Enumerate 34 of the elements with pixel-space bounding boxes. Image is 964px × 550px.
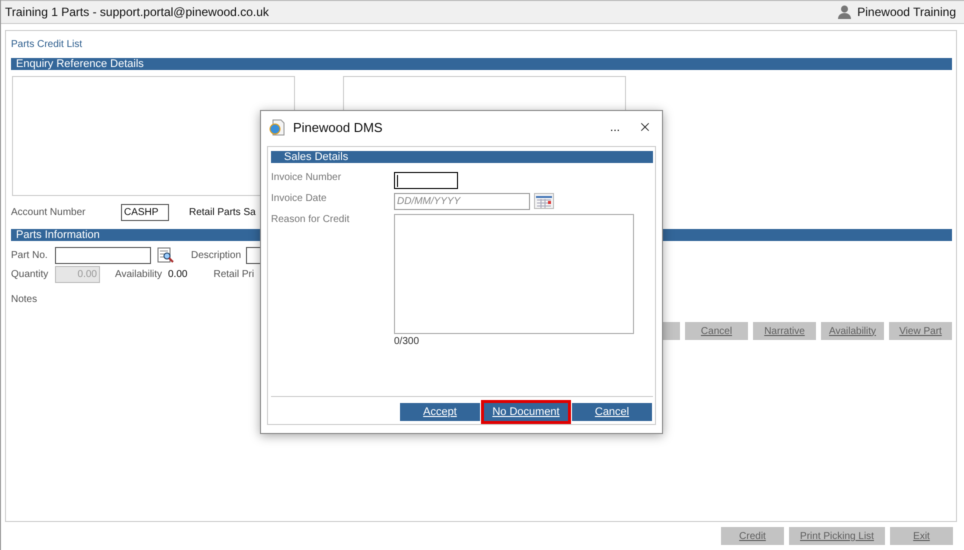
field-label: Quantity [11,268,50,280]
availability-value: 0.00 [168,268,188,280]
field-label: Invoice Number [271,172,342,183]
window-title: Training 1 Parts - support.portal@pinewood.co.uk [5,5,269,19]
part-number-field[interactable] [55,246,151,264]
user-icon [838,5,852,19]
account-number-field[interactable]: CASHP [121,204,169,220]
invoice-date-field[interactable]: DD/MM/YYYY [394,193,530,210]
field-label: Retail Parts Sa [189,206,256,218]
close-icon[interactable] [638,120,652,134]
date-placeholder: DD/MM/YYYY [397,196,460,207]
dialog-button[interactable]: Accept [400,403,480,421]
field-label: Availability [115,268,164,280]
quantity-field: 0.00 [55,266,100,282]
field-label: Retail Pri [213,268,254,280]
field-label: Account Number [11,206,86,218]
field-label: Invoice Date [271,193,328,204]
document-icon [269,118,285,136]
field-label: Reason for Credit [271,214,350,225]
character-counter: 0/300 [394,336,420,347]
field-label: Description [191,250,242,260]
user-name: Pinewood Training [857,5,956,19]
dialog-button[interactable]: Cancel [572,403,652,421]
calendar-icon[interactable] [534,193,554,209]
section-header: Sales Details [271,151,653,163]
lookup-icon[interactable] [157,247,175,263]
field-label: Notes [11,294,38,304]
more-button[interactable]: ... [610,120,620,134]
dialog-title: Pinewood DMS [293,120,383,134]
section-header: Enquiry Reference Details [11,58,952,70]
invoice-number-field[interactable] [394,172,458,189]
dialog-button[interactable]: No Document [481,400,571,424]
page-title: Parts Credit List [11,39,84,50]
field-label: Part No. [11,250,49,260]
